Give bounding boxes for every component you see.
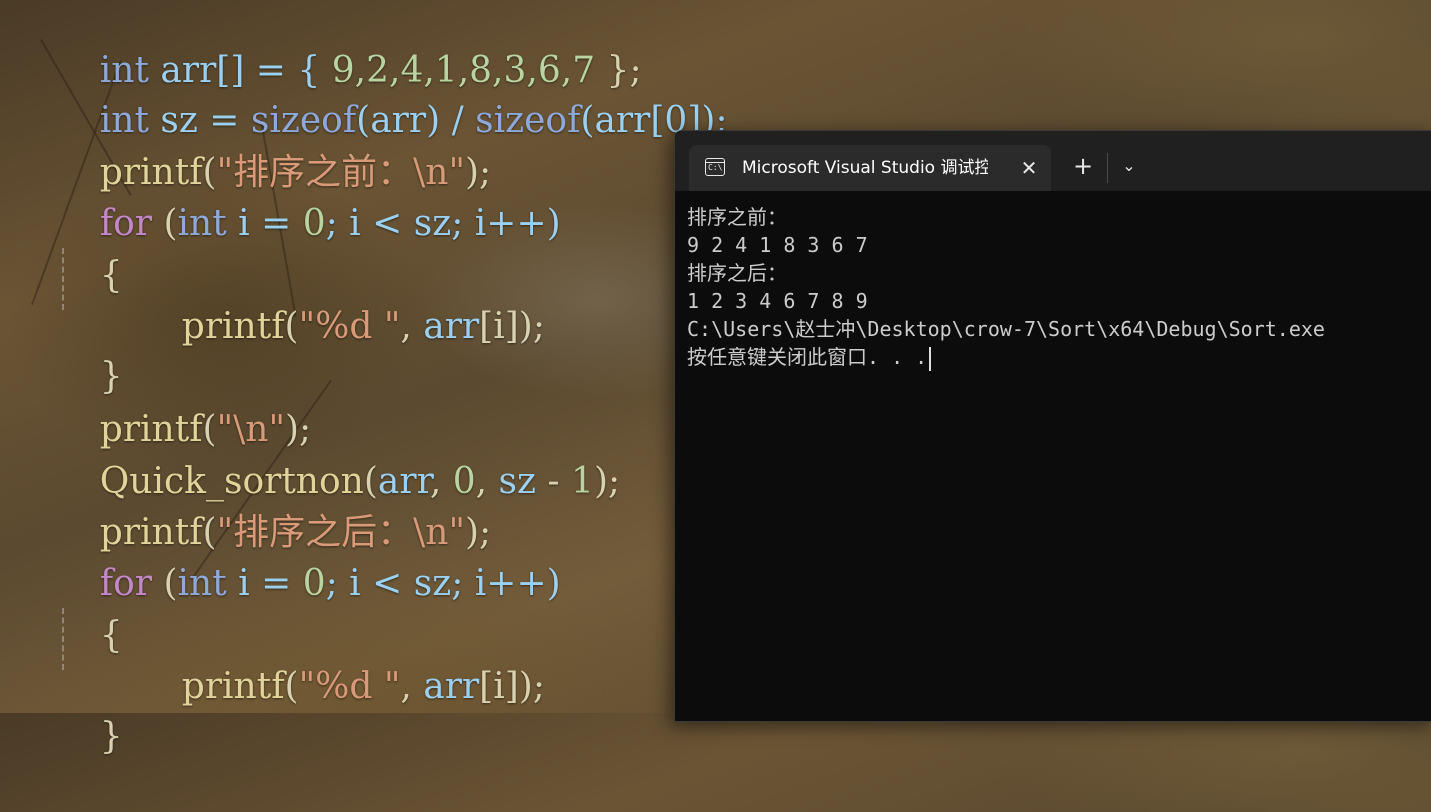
code-variable: sz: [413, 203, 452, 244]
tab-title: Microsoft Visual Studio 调试控制台: [742, 158, 988, 178]
code-text: [i]);: [479, 306, 545, 347]
output-line: 排序之前：: [687, 205, 787, 229]
code-text: (: [152, 203, 178, 244]
code-number: 0: [302, 203, 326, 244]
code-function: printf: [181, 306, 285, 347]
code-text: ; i <: [325, 203, 414, 244]
code-line: int arr[] = { 9,2,4,1,8,3,6,7 };: [54, 0, 642, 91]
code-text: [i]);: [479, 666, 545, 707]
code-line: }: [54, 662, 123, 757]
code-keyword: int: [177, 203, 227, 244]
code-brace: {: [99, 615, 123, 656]
code-text: (: [284, 306, 299, 347]
code-variable: sz: [498, 461, 536, 502]
code-line: printf("%d ", arr[i]);: [136, 252, 545, 347]
code-text: ; i <: [325, 563, 414, 604]
console-icon: C:\: [705, 158, 725, 176]
code-text: ; i++): [451, 563, 561, 604]
code-string: "%d ": [298, 306, 401, 347]
chevron-down-icon[interactable]: ⌄: [1115, 152, 1143, 180]
code-text: ,: [400, 666, 424, 707]
code-variable: sz: [413, 563, 452, 604]
code-function: printf: [181, 666, 285, 707]
code-text: (: [152, 563, 178, 604]
code-text: ; i++): [451, 203, 561, 244]
terminal-tab-bar: C:\ Microsoft Visual Studio 调试控制台 ✕ + ⌄: [675, 131, 1431, 191]
output-line-prompt: 按任意键关闭此窗口. . .: [687, 343, 1431, 371]
code-line: printf("排序之前：\n");: [54, 98, 491, 193]
new-tab-button[interactable]: +: [1069, 152, 1097, 180]
code-line: for (int i = 0; i < sz; i++): [54, 509, 561, 604]
code-string: "%d ": [298, 666, 401, 707]
code-text: (: [284, 666, 299, 707]
code-keyword: int: [177, 563, 227, 604]
code-text: i =: [226, 203, 303, 244]
code-line: {: [54, 201, 123, 296]
output-line: 9 2 4 1 8 3 6 7: [687, 233, 868, 257]
terminal-output[interactable]: 排序之前： 9 2 4 1 8 3 6 7 排序之后： 1 2 3 4 6 7 …: [687, 203, 1431, 371]
code-text: -: [535, 461, 572, 502]
output-line: C:\Users\赵士冲\Desktop\crow-7\Sort\x64\Deb…: [687, 317, 1325, 341]
code-brace: }: [99, 716, 123, 757]
code-line: printf("%d ", arr[i]);: [136, 612, 545, 707]
code-variable: arr: [423, 306, 480, 347]
code-number: 1: [571, 461, 594, 502]
text-cursor: [929, 346, 932, 371]
code-number: 0: [302, 563, 326, 604]
close-icon[interactable]: ✕: [1017, 156, 1041, 180]
output-line: 排序之后：: [687, 261, 787, 285]
output-line: 1 2 3 4 6 7 8 9: [687, 289, 868, 313]
code-text: );: [593, 461, 621, 502]
code-line: Quick_sortnon(arr, 0, sz - 1);: [54, 407, 620, 502]
code-line: }: [54, 302, 123, 397]
prompt-text: 按任意键关闭此窗口. . .: [687, 345, 928, 369]
code-editor[interactable]: int arr[] = { 9,2,4,1,8,3,6,7 }; int sz …: [0, 0, 728, 757]
code-variable: arr: [423, 666, 480, 707]
terminal-window[interactable]: C:\ Microsoft Visual Studio 调试控制台 ✕ + ⌄ …: [674, 130, 1431, 722]
code-line: int sz = sizeof(arr) / sizeof(arr[0]);: [54, 46, 728, 141]
code-brace: {: [99, 255, 123, 296]
tab-divider: [1107, 153, 1108, 183]
code-line: printf("\n");: [54, 355, 311, 450]
code-line: for (int i = 0; i < sz; i++): [54, 149, 561, 244]
code-text: ,: [400, 306, 424, 347]
code-text: i =: [226, 563, 303, 604]
terminal-tab[interactable]: C:\ Microsoft Visual Studio 调试控制台 ✕: [689, 145, 1051, 191]
code-line: {: [54, 561, 123, 656]
code-line: printf("排序之后：\n");: [54, 458, 491, 553]
